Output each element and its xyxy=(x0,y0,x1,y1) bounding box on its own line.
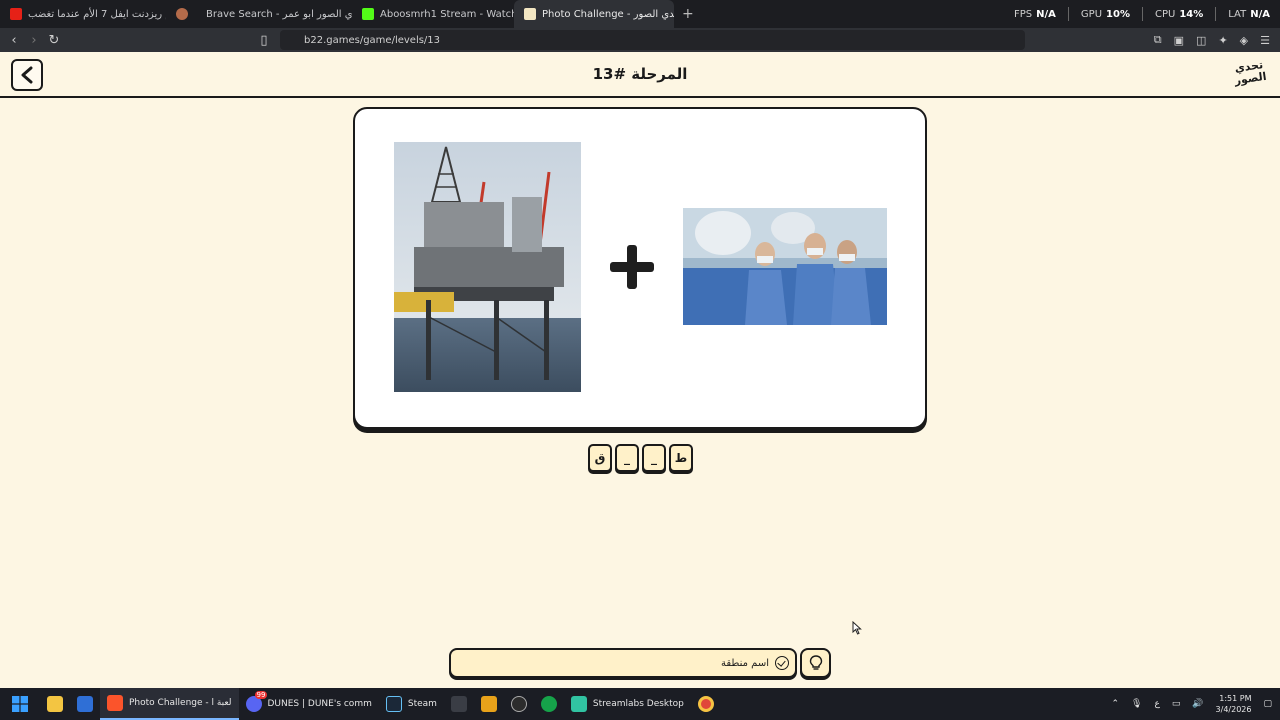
bookmark-icon[interactable]: ▯ xyxy=(254,33,274,48)
sidebar-icon[interactable]: ▣ xyxy=(1174,34,1184,47)
hint-bar[interactable]: اسم منطقة xyxy=(449,648,797,678)
hint-button[interactable] xyxy=(800,648,831,678)
tab-photo-challenge[interactable]: Photo Challenge - تحدي الصور ✕ xyxy=(514,0,674,28)
address-bar[interactable]: b22.games/game/levels/13 xyxy=(280,30,1025,50)
start-button[interactable] xyxy=(0,688,40,720)
browser-tab-strip: تختيم ريزدنت ايفل 7 الأم عندما تغضب !# B… xyxy=(0,0,1280,28)
taskbar-app-2[interactable] xyxy=(474,688,504,720)
taskbar-label: Streamlabs Desktop xyxy=(592,699,684,709)
game-header: المرحلة #13 تحدي الصور xyxy=(0,52,1280,98)
extensions-icon[interactable]: ⧉ xyxy=(1154,33,1162,47)
puzzle-card xyxy=(353,107,927,429)
streamlabs-icon xyxy=(570,696,587,712)
page-title: المرحلة #13 xyxy=(592,65,688,83)
toolbar-icons: ⧉ ▣ ◫ ✦ ◈ ☰ xyxy=(1154,28,1270,52)
brave-icon xyxy=(107,695,123,711)
file-explorer-button[interactable] xyxy=(40,688,70,720)
vpn-icon[interactable]: ◈ xyxy=(1240,34,1248,47)
taskbar-label: Steam xyxy=(407,699,437,709)
taskbar-app-5[interactable] xyxy=(691,688,721,720)
taskbar-app-1[interactable] xyxy=(444,688,474,720)
chevron-up-icon[interactable]: ⌃ xyxy=(1111,699,1119,709)
network-icon[interactable]: ▭ xyxy=(1172,699,1181,709)
surgeons-image xyxy=(683,208,887,325)
answer-slot[interactable]: ق xyxy=(588,444,612,472)
taskbar-app-4[interactable] xyxy=(534,688,564,720)
nvidia-icon xyxy=(480,696,497,712)
xbox-icon xyxy=(540,696,557,712)
store-icon xyxy=(77,696,93,712)
store-button[interactable] xyxy=(70,688,100,720)
input-language[interactable]: ع xyxy=(1154,699,1159,709)
divider xyxy=(1141,7,1143,21)
cpu-stat: CPU 14% xyxy=(1154,8,1204,20)
check-circle-icon xyxy=(775,656,789,670)
divider xyxy=(1215,7,1217,21)
hint-text: اسم منطقة xyxy=(721,657,769,669)
browser-toolbar: ‹ › ↻ ▯ b22.games/game/levels/13 ⧉ ▣ ◫ ✦… xyxy=(0,28,1280,52)
app-logo: تحدي الصور xyxy=(1233,58,1268,88)
kick-icon xyxy=(362,8,374,20)
forward-nav-icon[interactable]: › xyxy=(24,33,44,48)
app-icon xyxy=(450,696,467,712)
url-text: b22.games/game/levels/13 xyxy=(304,34,441,46)
tab-kick-stream[interactable]: Aboosmrh1 Stream - Watch Live on K xyxy=(352,0,514,28)
reload-icon[interactable]: ↻ xyxy=(44,33,64,48)
lightbulb-icon xyxy=(809,655,822,670)
tab-unknown[interactable] xyxy=(166,0,196,28)
game-favicon xyxy=(524,8,536,20)
chrome-icon xyxy=(697,696,714,712)
system-tray: ⌃ 🎙 ع ▭ 🔊 1:51 PM 3/4/2026 ▢ xyxy=(1111,688,1272,720)
answer-slot[interactable]: _ xyxy=(642,444,666,472)
windows-taskbar: Photo Challenge - لعبة ا 99 DUNES | DUNE… xyxy=(0,688,1280,720)
taskbar-item-discord[interactable]: 99 DUNES | DUNE's comm xyxy=(239,688,379,720)
answer-slots: ق _ _ ط xyxy=(588,444,693,472)
folder-icon xyxy=(47,696,63,712)
tab-youtube[interactable]: تختيم ريزدنت ايفل 7 الأم عندما تغضب !# xyxy=(0,0,166,28)
youtube-icon xyxy=(10,8,22,20)
microphone-icon[interactable]: 🎙 xyxy=(1131,699,1142,709)
mouse-cursor-icon xyxy=(852,621,862,635)
lat-stat: LAT N/A xyxy=(1228,8,1270,20)
menu-icon[interactable]: ☰ xyxy=(1260,34,1270,47)
notification-badge: 99 xyxy=(254,691,268,699)
leo-icon[interactable]: ✦ xyxy=(1218,34,1227,47)
answer-slot[interactable]: _ xyxy=(615,444,639,472)
tab-brave-search[interactable]: Brave Search - تحدي الصور ابو عمر xyxy=(196,0,352,28)
taskbar-item-streamlabs[interactable]: Streamlabs Desktop xyxy=(564,688,691,720)
back-nav-icon[interactable]: ‹ xyxy=(4,33,24,48)
taskbar-label: DUNES | DUNE's comm xyxy=(267,699,372,709)
fps-stat: FPS N/A xyxy=(1014,8,1056,20)
answer-slot[interactable]: ط xyxy=(669,444,693,472)
gpu-stat: GPU 10% xyxy=(1080,8,1130,20)
tab-label: تختيم ريزدنت ايفل 7 الأم عندما تغضب !# xyxy=(28,8,166,20)
site-icon xyxy=(176,8,188,20)
notification-icon[interactable]: ▢ xyxy=(1263,699,1272,709)
taskbar-item-steam[interactable]: Steam xyxy=(379,688,444,720)
plus-icon xyxy=(610,245,654,289)
tab-label: Photo Challenge - تحدي الصور xyxy=(542,8,674,20)
tab-label: Aboosmrh1 Stream - Watch Live on K xyxy=(380,8,514,20)
taskbar-label: Photo Challenge - لعبة ا xyxy=(129,698,232,708)
oil-rig-image xyxy=(394,142,581,392)
obs-icon xyxy=(510,696,527,712)
taskbar-app-3[interactable] xyxy=(504,688,534,720)
performance-overlay: FPS N/A GPU 10% CPU 14% LAT N/A xyxy=(1014,0,1270,28)
taskbar-item-brave[interactable]: Photo Challenge - لعبة ا xyxy=(100,688,239,720)
clock[interactable]: 1:51 PM 3/4/2026 xyxy=(1216,693,1252,715)
tab-label: Brave Search - تحدي الصور ابو عمر xyxy=(206,8,352,20)
new-tab-button[interactable]: + xyxy=(674,6,702,22)
divider xyxy=(1067,7,1069,21)
windows-logo-icon xyxy=(12,696,28,712)
steam-icon xyxy=(385,696,402,712)
wallet-icon[interactable]: ◫ xyxy=(1196,34,1206,47)
volume-icon[interactable]: 🔊 xyxy=(1192,699,1203,709)
